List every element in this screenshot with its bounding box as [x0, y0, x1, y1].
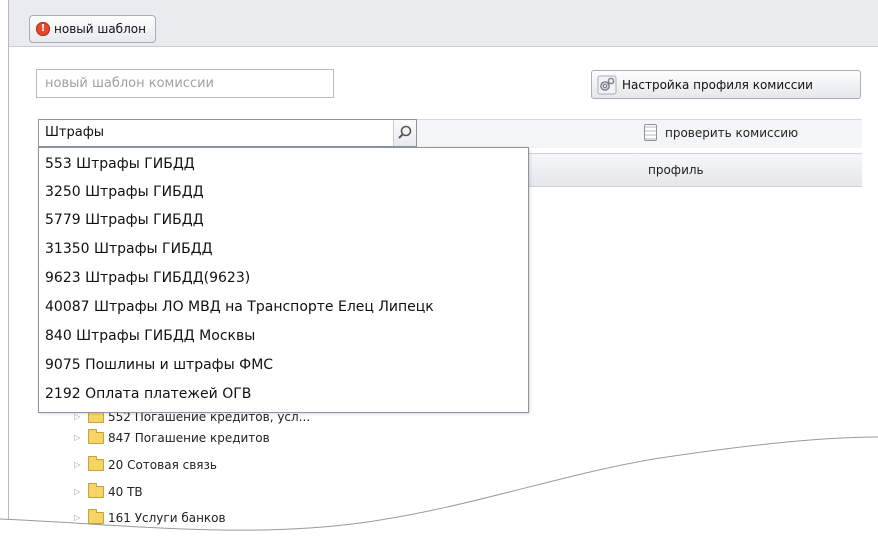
expand-arrow-icon[interactable]: ▷	[74, 459, 84, 471]
folder-icon	[88, 456, 104, 471]
alert-icon: !	[36, 22, 50, 36]
tab-strip: ! новый шаблон	[9, 0, 878, 47]
expand-arrow-icon[interactable]: ▷	[74, 512, 84, 524]
suggestion-item[interactable]: 9623 Штрафы ГИБДД(9623)	[45, 270, 250, 286]
expand-arrow-icon[interactable]: ▷	[74, 432, 84, 444]
tree-item-label: 40 ТВ	[108, 485, 143, 499]
gear-icon	[597, 75, 617, 94]
folder-icon	[88, 483, 104, 498]
tree-item-label: 847 Погашение кредитов	[108, 431, 270, 445]
check-toolbar: проверить комиссию	[417, 119, 862, 148]
tree-item[interactable]: ▷ 161 Услуги банков	[74, 509, 226, 525]
suggestion-item[interactable]: 31350 Штрафы ГИБДД	[45, 241, 213, 257]
profile-column-label: профиль	[648, 163, 704, 177]
tree-item-label: 161 Услуги банков	[108, 511, 226, 525]
search-icon	[398, 125, 412, 139]
profile-settings-button[interactable]: Настройка профиля комиссии	[591, 70, 861, 99]
search-field[interactable]: Штрафы	[38, 119, 417, 147]
tab-label: новый шаблон	[54, 22, 146, 36]
suggestion-item[interactable]: 40087 Штрафы ЛО МВД на Транспорте Елец Л…	[45, 299, 434, 315]
tree-item[interactable]: ▷ 40 ТВ	[74, 483, 143, 499]
check-commission-label: проверить комиссию	[665, 125, 799, 140]
tab-new-template[interactable]: ! новый шаблон	[29, 15, 156, 43]
calculator-icon	[644, 124, 657, 141]
suggestion-item[interactable]: 3250 Штрафы ГИБДД	[45, 184, 204, 200]
search-suggestions: 553 Штрафы ГИБДД 3250 Штрафы ГИБДД 5779 …	[38, 147, 529, 413]
profile-settings-label: Настройка профиля комиссии	[622, 77, 813, 92]
check-commission-button[interactable]: проверить комиссию	[644, 124, 798, 141]
tree-item-label: 20 Сотовая связь	[108, 458, 217, 472]
folder-icon	[88, 509, 104, 524]
suggestion-item[interactable]: 9075 Пошлины и штрафы ФМС	[45, 357, 273, 373]
search-button[interactable]	[393, 120, 416, 146]
tree-item[interactable]: ▷ 847 Погашение кредитов	[74, 429, 270, 445]
suggestion-item[interactable]: 5779 Штрафы ГИБДД	[45, 212, 204, 228]
template-name-input[interactable]	[36, 69, 334, 98]
suggestion-item[interactable]: 2192 Оплата платежей ОГВ	[45, 386, 251, 402]
search-input[interactable]: Штрафы	[45, 125, 104, 140]
expand-arrow-icon[interactable]: ▷	[74, 486, 84, 498]
folder-icon	[88, 429, 104, 444]
tree-item[interactable]: ▷ 20 Сотовая связь	[74, 456, 217, 472]
suggestion-item[interactable]: 840 Штрафы ГИБДД Москвы	[45, 328, 255, 344]
suggestion-item[interactable]: 553 Штрафы ГИБДД	[45, 156, 195, 172]
